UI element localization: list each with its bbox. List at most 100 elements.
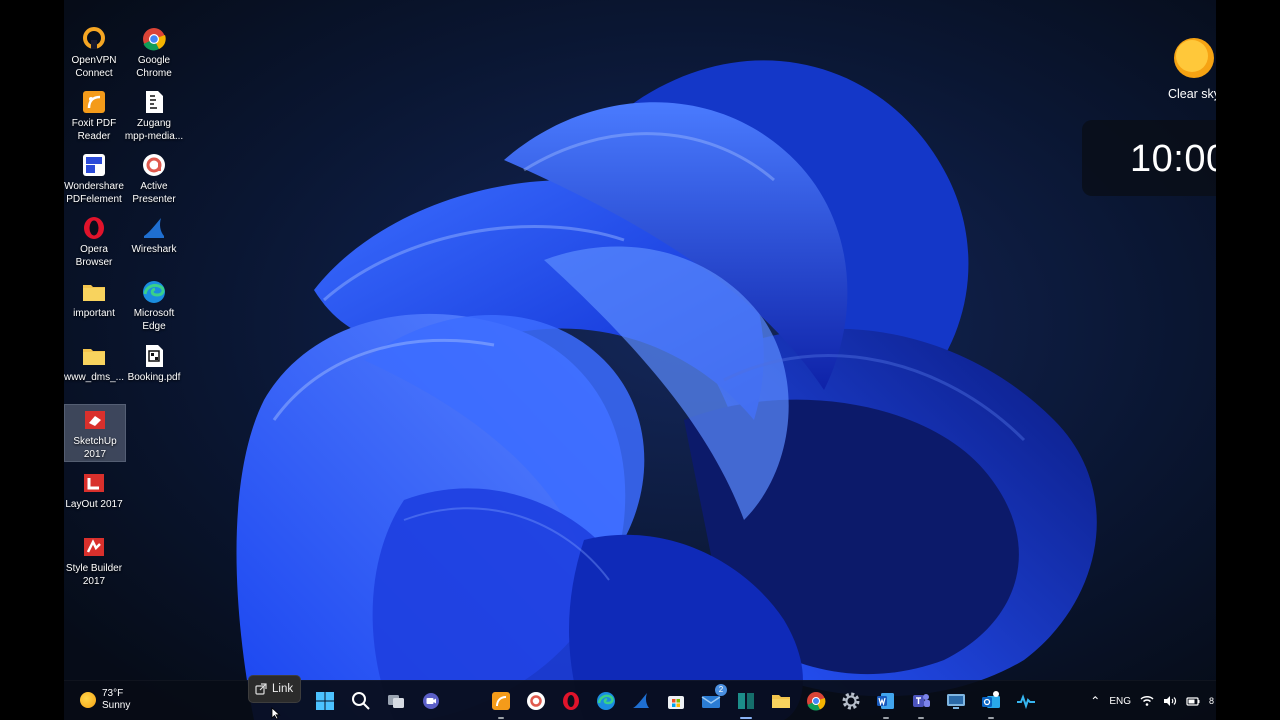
desktop-icon-foxit[interactable]: Foxit PDF Reader [64,87,124,143]
taskbar: 73°F Sunny 2 ⌃ ENG 8 [64,680,1216,720]
outlook-icon [982,691,1000,708]
desktop-icon-label: www_dms_... [64,372,125,383]
activepresenter-icon [141,152,167,178]
desktop-icon-label: OpenVPN Connect [71,55,117,79]
taskbar-word[interactable] [874,689,898,719]
activepresenter-icon [527,692,545,710]
desktop-icon-label: SketchUp 2017 [73,436,117,460]
taskbar-opera[interactable] [559,689,583,713]
wifi-icon[interactable] [1140,695,1154,707]
desktop-icon-label: Wireshark [131,244,177,255]
system-tray: ⌃ ENG 8 [1090,681,1216,720]
chrome-icon [141,26,167,52]
tooltip-label: Link [272,683,294,695]
search-button[interactable] [349,689,373,713]
desktop-icon-www-dms[interactable]: www_dms_... [64,341,124,385]
mail-badge: 2 [715,684,727,696]
gear-icon [842,692,860,710]
openvpn-icon [81,26,107,52]
weather-temperature: 73°F [102,688,124,699]
heartbeat-icon [1017,694,1035,710]
taskbar-sketchup-viewer[interactable] [734,689,758,719]
app-window-icon [738,693,754,709]
task-view-icon [388,695,404,708]
taskbar-mail[interactable]: 2 [699,684,727,713]
clock-widget[interactable]: 10:00 [1082,120,1216,196]
taskbar-file-explorer[interactable] [769,689,793,713]
folder-icon [81,279,107,305]
taskbar-chrome[interactable] [804,689,828,713]
desktop-screen: OpenVPN Connect Google Chrome Foxit PDF … [64,0,1216,720]
chevron-up-icon[interactable]: ⌃ [1090,694,1100,708]
language-indicator[interactable]: ENG [1109,696,1131,707]
foxit-icon [81,89,107,115]
desktop-icon-label: important [73,308,115,319]
sketchup-icon [82,407,108,433]
taskbar-activepresenter[interactable] [524,689,548,713]
taskbar-outlook[interactable] [979,689,1003,719]
weather-condition-label: Clear sky [1167,87,1216,101]
desktop-icon-label: Style Builder 2017 [65,563,123,587]
taskbar-store[interactable] [664,689,688,713]
taskbar-wireshark[interactable] [629,689,653,713]
folder-icon [81,343,107,369]
desktop-icon-sketchup[interactable]: SketchUp 2017 [64,404,126,462]
taskbar-edge[interactable] [594,689,618,713]
taskbar-clock[interactable]: 8 [1209,696,1214,706]
desktop-icon-opera[interactable]: Opera Browser [64,213,124,269]
foxit-icon [492,692,510,710]
taskbar-foxit[interactable] [489,689,513,719]
document-icon [141,343,167,369]
desktop-icon-edge[interactable]: Microsoft Edge [124,277,184,333]
desktop-icon-booking[interactable]: Booking.pdf [124,341,184,385]
battery-icon[interactable] [1186,695,1200,707]
desktop-icon-important[interactable]: important [64,277,124,321]
desktop-icon-chrome[interactable]: Google Chrome [124,24,184,80]
sun-icon [80,692,96,708]
start-button[interactable] [313,689,337,713]
desktop-icon-layout[interactable]: LayOut 2017 [64,468,124,512]
desktop-icon-label: Zugang mpp-media... [124,118,184,142]
desktop-icon-zugang[interactable]: Zugang mpp-media... [124,87,184,143]
monitor-icon [947,694,965,709]
task-view-button[interactable] [384,689,408,713]
desktop-icon-label: Booking.pdf [127,372,181,383]
desktop-icon-wondershare[interactable]: Wondershare PDFelement [64,150,124,206]
wireshark-icon [633,693,649,708]
folder-icon [772,695,790,708]
search-icon [352,692,370,710]
layout-icon [81,470,107,496]
desktop-icon-activepresenter[interactable]: Active Presenter [124,150,184,206]
edge-icon [141,279,167,305]
desktop-icon-openvpn[interactable]: OpenVPN Connect [64,24,124,80]
teams-chat-button[interactable] [419,689,443,713]
weather-widget[interactable]: Clear sky [1164,36,1216,101]
speaker-icon[interactable] [1163,695,1177,707]
desktop-icon-label: Microsoft Edge [133,308,175,332]
desktop-icon-label: LayOut 2017 [65,499,123,510]
link-tooltip: Link [248,675,302,703]
taskbar-remote-desktop[interactable] [944,689,968,713]
chat-icon [423,693,439,709]
desktop-icon-label: Opera Browser [75,244,113,268]
edge-icon [597,692,615,710]
taskbar-settings[interactable] [839,689,863,713]
taskbar-health-monitor[interactable] [1014,689,1038,713]
wallpaper-bloom [64,0,1216,720]
clock-time: 10:00 [1130,138,1216,180]
desktop-icon-label: Active Presenter [132,181,176,205]
chrome-icon [807,692,826,711]
desktop-icon-label: Wondershare PDFelement [64,181,124,205]
desktop-icon-wireshark[interactable]: Wireshark [124,213,184,257]
taskbar-teams[interactable] [909,689,933,719]
store-icon [668,696,684,709]
opera-icon [563,692,579,710]
desktop-icon-label: Google Chrome [136,55,172,79]
windows-logo-icon [316,692,334,710]
desktop-icon-stylebuilder[interactable]: Style Builder 2017 [64,532,124,588]
desktop-icon-label: Foxit PDF Reader [71,118,117,142]
wireshark-icon [141,215,167,241]
taskbar-weather[interactable]: 73°F Sunny [80,688,130,712]
word-icon [877,693,894,709]
stylebuilder-icon [81,534,107,560]
